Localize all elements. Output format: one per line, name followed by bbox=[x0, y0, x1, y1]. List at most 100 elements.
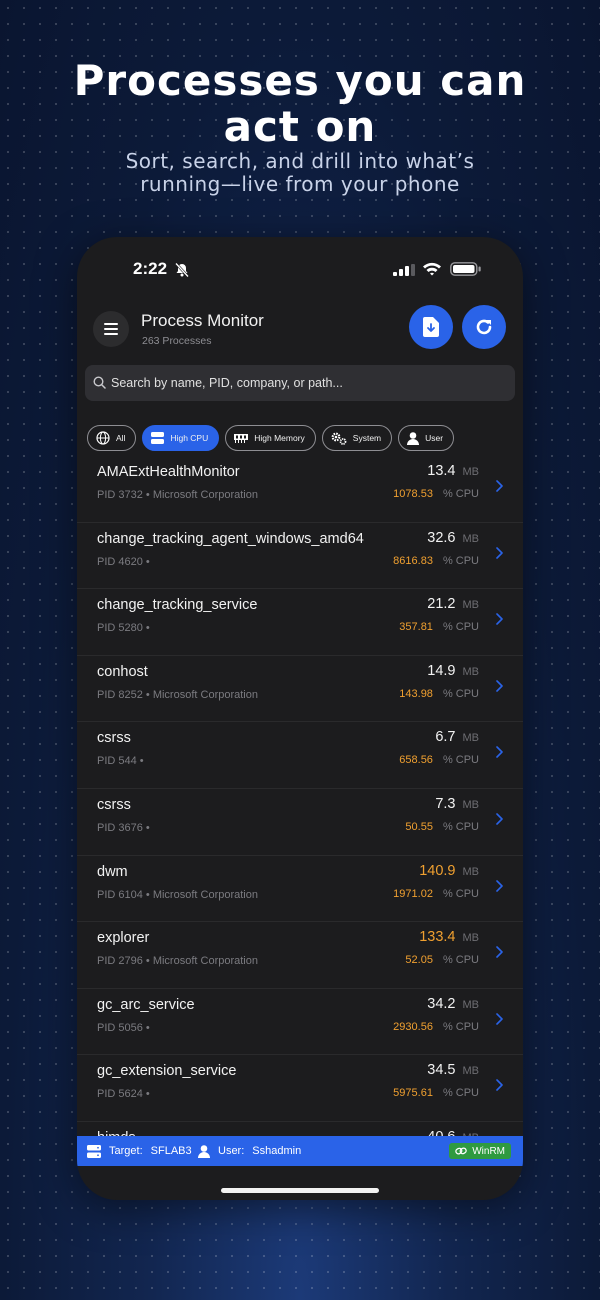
refresh-icon bbox=[476, 319, 492, 335]
process-meta: PID 5056 • bbox=[97, 1021, 150, 1034]
process-row[interactable]: change_tracking_agent_windows_amd64 PID … bbox=[77, 523, 523, 590]
cpu-value: 357.81 bbox=[399, 621, 433, 634]
cpu-usage: 658.56 % CPU bbox=[399, 754, 479, 766]
process-row[interactable]: change_tracking_service PID 5280 • 21.2 … bbox=[77, 589, 523, 656]
link-icon bbox=[455, 1147, 467, 1155]
process-name: dwm bbox=[97, 863, 128, 880]
process-name: gc_arc_service bbox=[97, 996, 195, 1013]
memory-value: 40.6 bbox=[427, 1129, 455, 1136]
status-time: 2:22 bbox=[133, 259, 168, 278]
process-list: AMAExtHealthMonitor PID 3732 • Microsoft… bbox=[77, 456, 523, 1136]
filter-chip-label: System bbox=[352, 433, 382, 443]
filter-chip-label: All bbox=[116, 433, 126, 443]
memory-usage: 140.9 MB bbox=[419, 863, 479, 879]
memory-usage: 6.7 MB bbox=[435, 729, 479, 745]
process-row[interactable]: AMAExtHealthMonitor PID 3732 • Microsoft… bbox=[77, 456, 523, 523]
cpu-unit: % CPU bbox=[442, 1087, 479, 1100]
memory-unit: MB bbox=[462, 932, 480, 945]
memory-unit: MB bbox=[462, 732, 480, 745]
memory-usage: 34.2 MB bbox=[427, 996, 479, 1012]
memory-value: 34.2 bbox=[427, 995, 456, 1012]
process-row[interactable]: csrss PID 544 • 6.7 MB 658.56 % CPU bbox=[77, 722, 523, 789]
filter-chip-high-cpu[interactable]: High CPU bbox=[142, 425, 220, 451]
cpu-value: 1971.02 bbox=[393, 887, 433, 900]
process-name: AMAExtHealthMonitor bbox=[97, 464, 240, 480]
memory-usage: 7.3 MB bbox=[435, 796, 479, 812]
memory-value: 21.2 bbox=[427, 596, 456, 613]
cpu-value: 50.55 bbox=[405, 820, 433, 833]
target-label: Target: bbox=[109, 1145, 143, 1157]
cpu-usage: 5975.61 % CPU bbox=[393, 1087, 479, 1099]
process-name: explorer bbox=[97, 930, 150, 947]
chevron-right-icon bbox=[496, 946, 503, 958]
cpu-usage: 2930.56 % CPU bbox=[393, 1021, 479, 1033]
cpu-unit: % CPU bbox=[442, 754, 479, 767]
user-info: User: Sshadmin bbox=[198, 1136, 301, 1166]
process-meta: PID 5280 • bbox=[97, 622, 150, 635]
chevron-right-icon bbox=[496, 879, 503, 892]
download-button[interactable] bbox=[409, 305, 453, 349]
memory-value: 13.4 bbox=[427, 463, 456, 479]
process-meta: PID 6104 • Microsoft Corporation bbox=[97, 888, 258, 901]
cpu-value: 143.98 bbox=[399, 687, 433, 700]
refresh-button[interactable] bbox=[462, 305, 506, 349]
search-icon bbox=[93, 376, 106, 389]
process-name: csrss bbox=[97, 730, 131, 747]
cpu-usage: 1078.53 % CPU bbox=[393, 488, 479, 500]
cpu-usage: 1971.02 % CPU bbox=[393, 888, 479, 900]
cpu-value: 52.05 bbox=[405, 954, 433, 967]
chevron-right-icon bbox=[496, 480, 503, 492]
process-row[interactable]: dwm PID 6104 • Microsoft Corporation 140… bbox=[77, 856, 523, 923]
cpu-value: 5975.61 bbox=[393, 1087, 433, 1100]
connection-badge: WinRM bbox=[449, 1143, 511, 1159]
cpu-usage: 8616.83 % CPU bbox=[393, 555, 479, 567]
chevron-right-icon bbox=[496, 746, 503, 759]
globe-icon bbox=[96, 431, 110, 445]
filter-chip-label: High CPU bbox=[170, 433, 209, 443]
memory-usage: 13.4 MB bbox=[427, 463, 479, 479]
target-value: SFLAB3 bbox=[150, 1145, 192, 1157]
process-row[interactable]: gc_arc_service PID 5056 • 34.2 MB 2930.5… bbox=[77, 989, 523, 1056]
process-meta: PID 5624 • bbox=[97, 1088, 150, 1101]
cpu-value: 1078.53 bbox=[393, 488, 433, 500]
memory-usage: 21.2 MB bbox=[427, 596, 479, 612]
filter-chip-high-memory[interactable]: High Memory bbox=[225, 425, 316, 451]
memory-value: 7.3 bbox=[435, 795, 456, 812]
process-row[interactable]: himds 40.6 MB bbox=[77, 1122, 523, 1136]
phone-frame: 2:22 Process Monitor 263 Processes Searc… bbox=[77, 237, 523, 1200]
cpu-unit: % CPU bbox=[442, 954, 479, 967]
memory-unit: MB bbox=[462, 466, 480, 478]
filter-chip-system[interactable]: System bbox=[321, 425, 393, 451]
memory-unit: MB bbox=[462, 998, 480, 1011]
server-icon bbox=[87, 1144, 101, 1158]
process-row[interactable]: csrss PID 3676 • 7.3 MB 50.55 % CPU bbox=[77, 789, 523, 856]
process-row[interactable]: gc_extension_service PID 5624 • 34.5 MB … bbox=[77, 1055, 523, 1122]
menu-button[interactable] bbox=[93, 311, 129, 347]
connection-type: WinRM bbox=[472, 1145, 505, 1157]
filter-chip-all[interactable]: All bbox=[87, 425, 137, 451]
memory-value: 14.9 bbox=[427, 662, 456, 679]
process-name: conhost bbox=[97, 663, 148, 680]
filter-chip-user[interactable]: User bbox=[398, 425, 455, 451]
cpu-unit: % CPU bbox=[442, 820, 479, 833]
search-bar[interactable] bbox=[85, 365, 515, 401]
cpu-unit: % CPU bbox=[442, 687, 479, 700]
memory-usage: 133.4 MB bbox=[419, 929, 479, 945]
process-meta: PID 3732 • Microsoft Corporation bbox=[97, 489, 258, 501]
memory-value: 140.9 bbox=[419, 862, 456, 879]
hero-title: Processes you can act on bbox=[73, 56, 527, 151]
process-row[interactable]: conhost PID 8252 • Microsoft Corporation… bbox=[77, 656, 523, 723]
file-download-icon bbox=[423, 317, 439, 337]
process-meta: PID 2796 • Microsoft Corporation bbox=[97, 955, 258, 968]
memory-value: 6.7 bbox=[435, 729, 456, 746]
cpu-unit: % CPU bbox=[442, 621, 479, 634]
filter-chip-label: High Memory bbox=[254, 433, 305, 443]
user-icon bbox=[407, 431, 420, 445]
process-name: change_tracking_service bbox=[97, 597, 258, 614]
filter-chips: All High CPU High Memory System User bbox=[87, 425, 455, 451]
search-input[interactable] bbox=[111, 365, 506, 401]
home-indicator[interactable] bbox=[221, 1188, 379, 1193]
chevron-right-icon bbox=[496, 1012, 503, 1025]
process-row[interactable]: explorer PID 2796 • Microsoft Corporatio… bbox=[77, 922, 523, 989]
memory-usage: 34.5 MB bbox=[427, 1062, 479, 1078]
